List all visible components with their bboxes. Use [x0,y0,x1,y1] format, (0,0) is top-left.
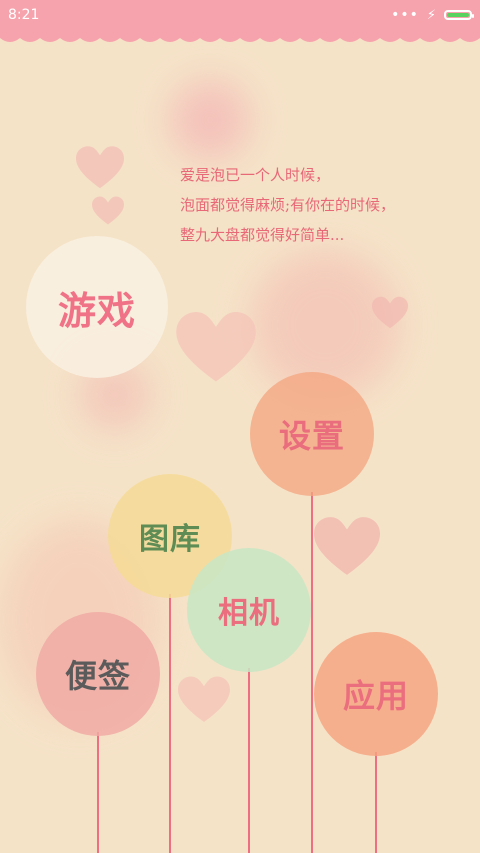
heart-icon [176,312,256,382]
camera-bubble[interactable]: 相机 [187,548,311,672]
quote-line: 整九大盘都觉得好简单... [180,226,345,244]
balloon-stick [248,668,250,853]
balloon-stick [375,752,377,853]
battery-icon [444,10,474,20]
status-time: 8:21 [8,7,40,23]
battery-fill [447,13,469,17]
heart-icon [76,146,124,189]
heart-icon [92,196,124,225]
heart-icon [372,296,408,329]
heart-icon [178,676,230,722]
apps-bubble[interactable]: 应用 [314,632,438,756]
status-bar-scallop-edge [0,30,480,42]
love-quote: 爱是泡已一个人时候， 泡面都觉得麻烦;有你在的时候， 整九大盘都觉得好简单... [180,160,395,250]
quote-line: 泡面都觉得麻烦;有你在的时候， [180,196,396,214]
quote-line: 爱是泡已一个人时候， [180,166,331,184]
settings-bubble[interactable]: 设置 [250,372,374,496]
balloon-stick [311,492,313,853]
status-bar: 8:21 ••• ⚡ [0,0,480,30]
heart-icon [314,517,380,575]
game-bubble[interactable]: 游戏 [26,236,168,378]
notes-bubble[interactable]: 便签 [36,612,160,736]
status-icons: ••• ⚡ [391,7,474,23]
background-glow [170,80,250,160]
balloon-stick [169,594,171,853]
balloon-stick [97,732,99,853]
more-notifications-icon: ••• [391,7,419,23]
charging-icon: ⚡ [426,7,436,23]
